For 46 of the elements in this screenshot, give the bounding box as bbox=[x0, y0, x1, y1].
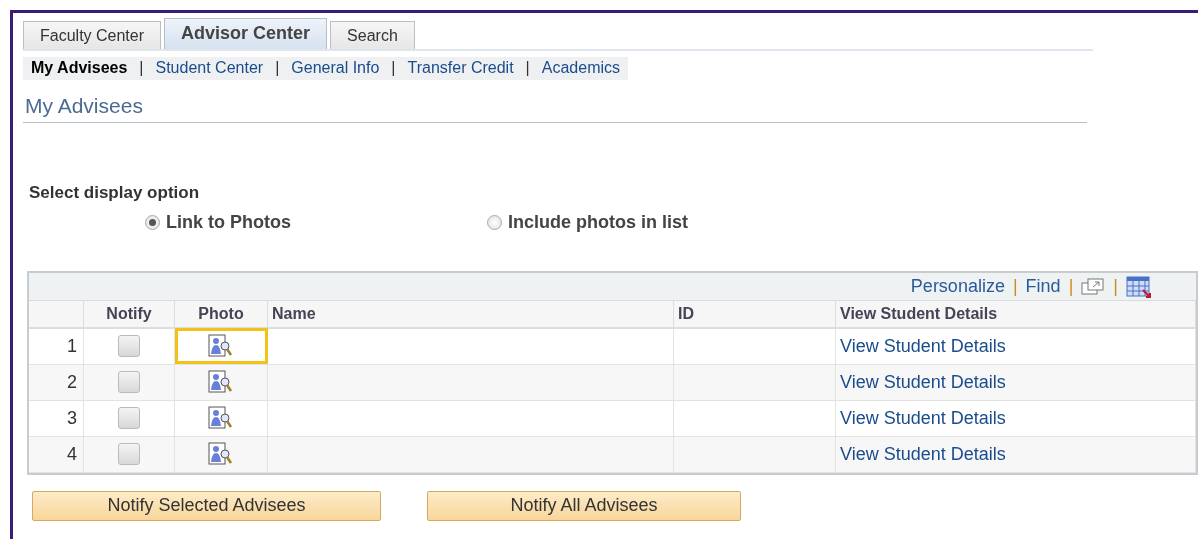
option-label: Select display option bbox=[29, 183, 201, 203]
radio-button[interactable] bbox=[487, 215, 502, 230]
column-header: Name bbox=[267, 301, 674, 328]
row-number: 3 bbox=[29, 400, 84, 436]
find-link[interactable]: Find bbox=[1025, 276, 1061, 297]
spreadsheet-icon[interactable] bbox=[1126, 275, 1152, 298]
notify-checkbox[interactable] bbox=[118, 407, 140, 430]
radio-label: Include photos in list bbox=[508, 212, 688, 233]
notify-checkbox[interactable] bbox=[118, 443, 140, 466]
new-window-icon[interactable] bbox=[1081, 277, 1106, 296]
view-details-link[interactable]: View Student Details bbox=[840, 335, 1006, 356]
page-title: My Advisees bbox=[23, 94, 1087, 123]
notify-button[interactable]: Notify All Advisees bbox=[427, 490, 741, 521]
column-header: ID bbox=[673, 301, 836, 328]
personalize-link[interactable]: Personalize bbox=[910, 276, 1005, 297]
student-photo-icon[interactable] bbox=[208, 406, 234, 430]
row-number: 2 bbox=[29, 364, 84, 400]
separator: | bbox=[525, 59, 530, 77]
radio-button[interactable] bbox=[145, 215, 160, 230]
subnav-link[interactable]: Transfer Credit bbox=[407, 59, 514, 77]
separator: | bbox=[139, 59, 144, 77]
student-photo-icon[interactable] bbox=[208, 442, 234, 466]
row-number: 4 bbox=[29, 436, 84, 472]
tab[interactable]: Faculty Center bbox=[23, 21, 162, 49]
subnav-link[interactable]: My Advisees bbox=[31, 59, 128, 77]
column-header: View Student Details bbox=[835, 301, 1196, 328]
notify-checkbox[interactable] bbox=[118, 371, 140, 394]
subnav-link[interactable]: General Info bbox=[291, 59, 380, 77]
notify-button[interactable]: Notify Selected Advisees bbox=[32, 490, 381, 521]
separator: | bbox=[275, 59, 280, 77]
subnav-link[interactable]: Academics bbox=[541, 59, 620, 77]
separator: | bbox=[391, 59, 396, 77]
separator: | bbox=[1113, 276, 1118, 297]
student-photo-icon[interactable] bbox=[208, 370, 234, 394]
radio-label: Link to Photos bbox=[166, 212, 291, 233]
notify-checkbox[interactable] bbox=[118, 335, 140, 358]
column-header: Photo bbox=[174, 301, 268, 328]
separator: | bbox=[1068, 276, 1074, 297]
view-details-link[interactable]: View Student Details bbox=[840, 407, 1006, 428]
subnav-link[interactable]: Student Center bbox=[155, 59, 264, 77]
tab[interactable]: Search bbox=[330, 21, 415, 49]
row-number: 1 bbox=[29, 328, 84, 364]
separator: | bbox=[1012, 276, 1018, 297]
tab[interactable]: Advisor Center bbox=[164, 18, 328, 49]
column-header: Notify bbox=[83, 301, 175, 328]
student-photo-icon[interactable] bbox=[208, 334, 234, 359]
